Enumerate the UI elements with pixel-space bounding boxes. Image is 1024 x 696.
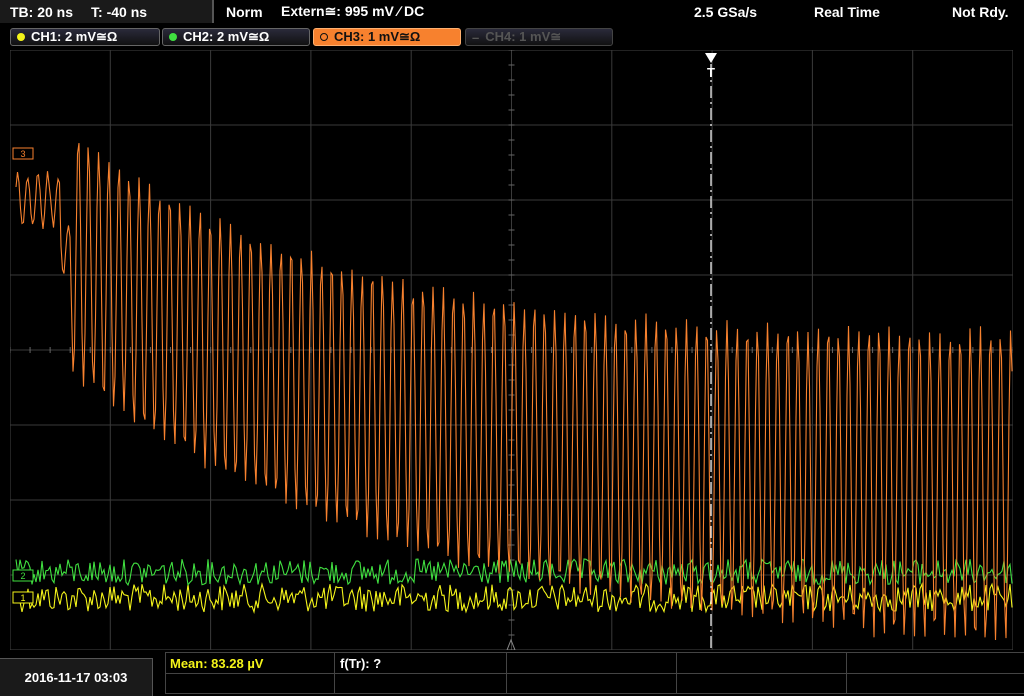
meas-divider [506, 653, 507, 693]
ch1-marker-label: 1 [20, 593, 25, 603]
ch4-dash-icon: – [472, 29, 480, 45]
timebase-label: TB: 20 ns [10, 3, 74, 20]
acquisition-mode: Real Time [814, 3, 880, 20]
channel-4-label: CH4: 1 mV≅ [485, 29, 562, 44]
ch3-marker-label: 3 [20, 149, 25, 159]
meas-divider [846, 653, 847, 693]
channel-2-button[interactable]: CH2: 2 mV≅Ω [162, 28, 310, 46]
meas-divider [166, 673, 1024, 674]
channel-2-label: CH2: 2 mV≅Ω [183, 29, 270, 44]
trigger-marker: T [707, 65, 715, 80]
channel-3-button[interactable]: CH3: 1 mV≅Ω [313, 28, 461, 46]
meas-divider [676, 653, 677, 693]
run-state: Not Rdy. [952, 3, 1009, 20]
ch1-dot-icon [17, 33, 25, 41]
measurement-panel[interactable]: Mean: 83.28 µV f(Tr): ? [165, 652, 1024, 694]
ch2-ground-marker[interactable]: 2 [12, 569, 34, 582]
trigger-source[interactable]: Extern≅: 995 mV ∕ DC [281, 0, 424, 23]
meas-divider [334, 653, 335, 693]
channel-4-button[interactable]: – CH4: 1 mV≅ [465, 28, 613, 46]
timebase-panel[interactable]: TB: 20 ns T: -40 ns [0, 0, 214, 23]
ch3-ground-marker[interactable]: 3 [12, 147, 34, 160]
trigger-mode[interactable]: Norm [226, 0, 263, 23]
channel-1-label: CH1: 2 mV≅Ω [31, 29, 118, 44]
top-status-bar: TB: 20 ns T: -40 ns Norm Extern≅: 995 mV… [0, 0, 1024, 24]
sample-rate: 2.5 GSa/s [694, 3, 758, 20]
mean-measurement: Mean: 83.28 µV [170, 656, 264, 671]
trigger-frequency: f(Tr): ? [340, 656, 382, 671]
ch2-marker-label: 2 [20, 571, 25, 581]
trigger-time-label: T: -40 ns [91, 3, 148, 20]
ch1-ground-marker[interactable]: 1 [12, 591, 34, 604]
ch2-dot-icon [169, 33, 177, 41]
channel-1-button[interactable]: CH1: 2 mV≅Ω [10, 28, 160, 46]
channel-bar: CH1: 2 mV≅Ω CH2: 2 mV≅Ω CH3: 1 mV≅Ω – CH… [0, 26, 1024, 48]
waveform-display[interactable]: T 3 2 1 [10, 50, 1013, 650]
channel-3-label: CH3: 1 mV≅Ω [334, 29, 421, 44]
datetime: 2016-11-17 03:03 [0, 658, 153, 696]
bottom-bar: 2016-11-17 03:03 Mean: 83.28 µV f(Tr): ? [0, 650, 1024, 696]
ch3-dot-icon [320, 33, 328, 41]
